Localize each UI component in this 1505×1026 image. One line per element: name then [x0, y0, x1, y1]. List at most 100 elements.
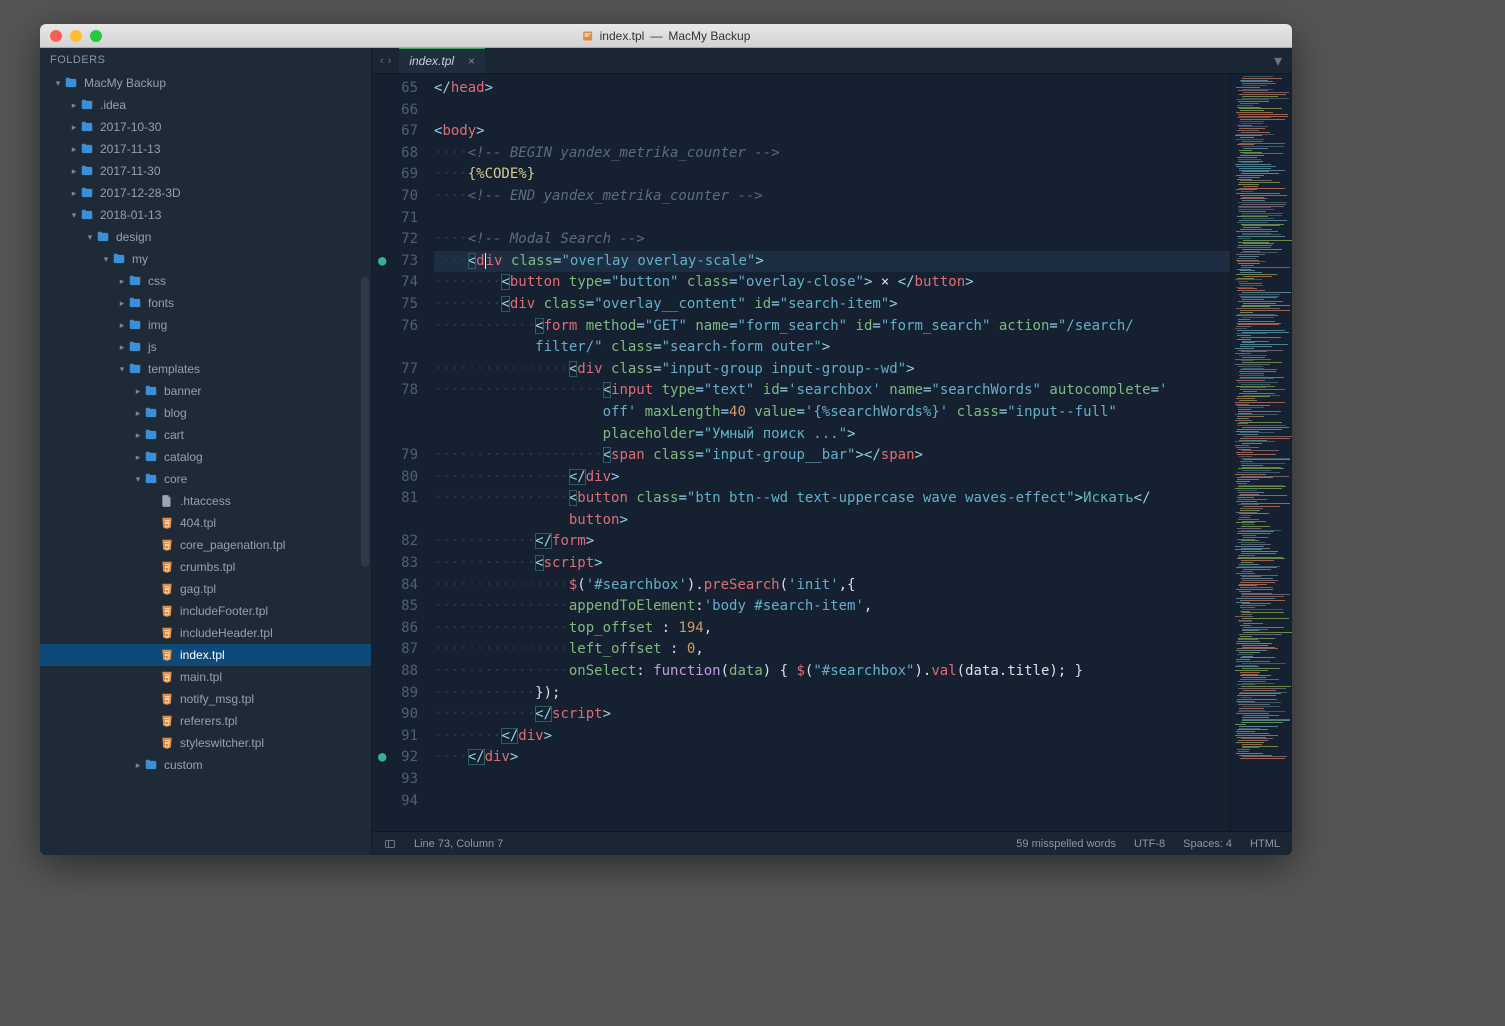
- disclosure-arrow[interactable]: ▸: [132, 452, 144, 463]
- status-spell[interactable]: 59 misspelled words: [1016, 838, 1116, 850]
- folder-icon: [144, 450, 158, 464]
- tree-item-label: .idea: [100, 98, 126, 112]
- disclosure-arrow[interactable]: ▸: [68, 122, 80, 133]
- sidebar-scrollbar[interactable]: [361, 277, 369, 567]
- tab-active[interactable]: index.tpl ×: [399, 48, 485, 73]
- title-file: index.tpl: [600, 29, 645, 43]
- tree-item[interactable]: main.tpl: [40, 666, 371, 688]
- nav-forward-button[interactable]: ›: [388, 55, 392, 67]
- tree-item[interactable]: ▸banner: [40, 380, 371, 402]
- nav-back-button[interactable]: ‹: [380, 55, 384, 67]
- tree-item[interactable]: ▸custom: [40, 754, 371, 776]
- disclosure-arrow[interactable]: ▾: [100, 254, 112, 265]
- tree-item[interactable]: ▾ MacMy Backup: [40, 72, 371, 94]
- disclosure-arrow[interactable]: ▸: [132, 430, 144, 441]
- tree-item[interactable]: .htaccess: [40, 490, 371, 512]
- panel-icon[interactable]: [384, 838, 396, 850]
- minimize-window-button[interactable]: [70, 30, 82, 42]
- tree-item-label: img: [148, 318, 167, 332]
- tree-item-label: design: [116, 230, 151, 244]
- disclosure-arrow[interactable]: ▾: [52, 78, 64, 89]
- tree-item[interactable]: ▸cart: [40, 424, 371, 446]
- disclosure-arrow[interactable]: ▸: [116, 320, 128, 331]
- tree-item[interactable]: referers.tpl: [40, 710, 371, 732]
- code-area[interactable]: </head><body>····<!-- BEGIN yandex_metri…: [428, 74, 1230, 831]
- disclosure-arrow[interactable]: ▸: [68, 100, 80, 111]
- tab-menu-button[interactable]: ▾: [1264, 48, 1292, 73]
- disclosure-arrow[interactable]: ▸: [132, 408, 144, 419]
- tree-item[interactable]: ▸ img: [40, 314, 371, 336]
- tree-item[interactable]: index.tpl: [40, 644, 371, 666]
- disclosure-arrow[interactable]: ▸: [116, 342, 128, 353]
- tree-item-label: includeFooter.tpl: [180, 604, 268, 618]
- tree-item[interactable]: 404.tpl: [40, 512, 371, 534]
- disclosure-arrow[interactable]: ▸: [116, 276, 128, 287]
- folder-icon: [128, 318, 142, 332]
- tree-item-label: crumbs.tpl: [180, 560, 235, 574]
- tree-item[interactable]: styleswitcher.tpl: [40, 732, 371, 754]
- disclosure-arrow[interactable]: ▾: [68, 210, 80, 221]
- folder-icon: [96, 230, 110, 244]
- tree-item[interactable]: ▸ .idea: [40, 94, 371, 116]
- folder-icon: [128, 340, 142, 354]
- disclosure-arrow[interactable]: ▸: [132, 386, 144, 397]
- tree-item[interactable]: ▸ 2017-11-30: [40, 160, 371, 182]
- disclosure-arrow[interactable]: ▸: [68, 166, 80, 177]
- tree-item[interactable]: ▸2017-10-30: [40, 116, 371, 138]
- app-window: index.tpl — MacMy Backup FOLDERS ▾MacMy …: [40, 24, 1292, 855]
- tree-item[interactable]: ▾core: [40, 468, 371, 490]
- close-window-button[interactable]: [50, 30, 62, 42]
- tree-item[interactable]: ▸ 2017-12-28-3D: [40, 182, 371, 204]
- tree-item[interactable]: ▸catalog: [40, 446, 371, 468]
- tree-item[interactable]: ▾templates: [40, 358, 371, 380]
- disclosure-arrow[interactable]: ▸: [68, 144, 80, 155]
- tree-item[interactable]: ▸fonts: [40, 292, 371, 314]
- line-number-gutter[interactable]: 6566676869707172●73747576 7778 798081 82…: [372, 74, 428, 831]
- folder-tree[interactable]: ▾ MacMy Backup ▸ .idea ▸2017-10-30▸2017-11-1…: [40, 72, 371, 855]
- disclosure-arrow[interactable]: ▾: [132, 474, 144, 485]
- editor[interactable]: 6566676869707172●73747576 7778 798081 82…: [372, 74, 1292, 831]
- disclosure-arrow[interactable]: ▸: [132, 760, 144, 771]
- tree-item[interactable]: includeFooter.tpl: [40, 600, 371, 622]
- disclosure-arrow[interactable]: ▸: [68, 188, 80, 199]
- tree-item[interactable]: gag.tpl: [40, 578, 371, 600]
- maximize-window-button[interactable]: [90, 30, 102, 42]
- folder-icon: [144, 472, 158, 486]
- tree-item-label: core_pagenation.tpl: [180, 538, 285, 552]
- tree-item[interactable]: ▸blog: [40, 402, 371, 424]
- tree-item[interactable]: ▾2018-01-13: [40, 204, 371, 226]
- tab-nav: ‹ ›: [372, 48, 399, 73]
- status-syntax[interactable]: HTML: [1250, 838, 1280, 850]
- tree-item-label: MacMy Backup: [84, 76, 166, 90]
- tree-item-label: 2017-11-30: [100, 164, 161, 178]
- tree-item[interactable]: ▸css: [40, 270, 371, 292]
- folder-icon: [64, 76, 78, 90]
- html-icon: [160, 560, 174, 574]
- tab-close-button[interactable]: ×: [468, 54, 475, 68]
- tree-item[interactable]: ▸2017-11-13: [40, 138, 371, 160]
- minimap[interactable]: [1230, 74, 1292, 831]
- html-icon: [160, 582, 174, 596]
- tree-item[interactable]: ▸js: [40, 336, 371, 358]
- sidebar-header: FOLDERS: [40, 48, 371, 72]
- status-spaces[interactable]: Spaces: 4: [1183, 838, 1232, 850]
- tree-item[interactable]: includeHeader.tpl: [40, 622, 371, 644]
- status-position[interactable]: Line 73, Column 7: [414, 838, 503, 850]
- tree-item[interactable]: core_pagenation.tpl: [40, 534, 371, 556]
- tree-item[interactable]: ▾ my: [40, 248, 371, 270]
- tree-item-label: 2017-12-28-3D: [100, 186, 181, 200]
- tree-item[interactable]: notify_msg.tpl: [40, 688, 371, 710]
- tree-item-label: index.tpl: [180, 648, 225, 662]
- disclosure-arrow[interactable]: ▾: [116, 364, 128, 375]
- status-encoding[interactable]: UTF-8: [1134, 838, 1165, 850]
- folder-icon: [144, 758, 158, 772]
- tree-item-label: my: [132, 252, 148, 266]
- disclosure-arrow[interactable]: ▸: [116, 298, 128, 309]
- folder-icon: [144, 384, 158, 398]
- tree-item[interactable]: crumbs.tpl: [40, 556, 371, 578]
- disclosure-arrow[interactable]: ▾: [84, 232, 96, 243]
- window-controls: [50, 30, 102, 42]
- tree-item[interactable]: ▾ design: [40, 226, 371, 248]
- html-icon: [160, 714, 174, 728]
- tree-item-label: referers.tpl: [180, 714, 237, 728]
